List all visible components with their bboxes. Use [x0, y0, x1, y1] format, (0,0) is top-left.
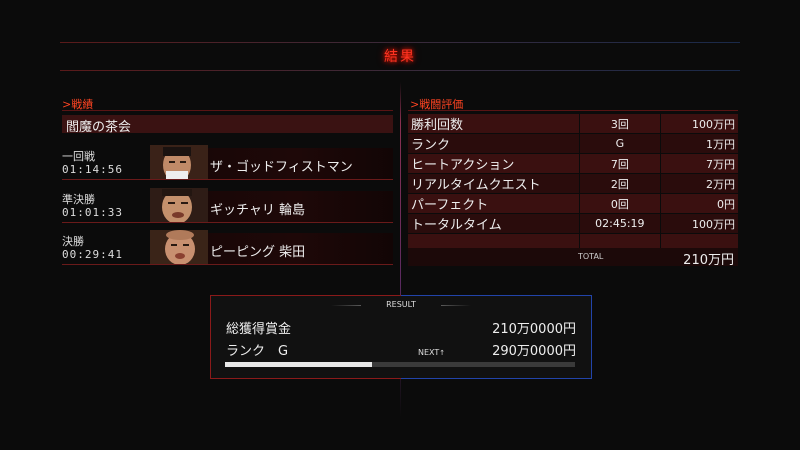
eval-label: リアルタイムクエスト — [408, 173, 580, 194]
battle-row-line — [62, 264, 393, 265]
total-prize-value: 210万0000円 — [492, 322, 576, 337]
battle-row-line — [62, 222, 393, 223]
battle-row: 一回戦 01:14:56 ザ・ゴッドフィストマン — [62, 145, 393, 180]
eval-reward: 100万円 — [659, 114, 738, 134]
opponent-portrait — [150, 145, 208, 179]
evaluation-table: 勝利回数 3回 100万円 ランク G 1万円 ヒートアクション 7回 7万円 … — [408, 114, 738, 253]
eval-value: 3回 — [579, 114, 661, 134]
eval-reward: 2万円 — [659, 173, 738, 194]
table-row: トータルタイム 02:45:19 100万円 — [408, 213, 738, 234]
next-value: 290万0000円 — [492, 344, 576, 359]
battle-round: 準決勝 — [62, 193, 95, 206]
opponent-name: ザ・ゴッドフィストマン — [210, 160, 353, 175]
rank-progress-fill — [225, 362, 372, 367]
eval-reward: 7万円 — [659, 153, 738, 174]
tournament-bar: 閻魔の茶会 — [62, 115, 393, 135]
next-arrow-icon: ↑ — [439, 349, 446, 357]
battle-round: 決勝 — [62, 235, 84, 248]
battle-row: 決勝 00:29:41 ピーピング 柴田 — [62, 230, 393, 265]
total-value: 210万円 — [683, 253, 734, 268]
total-prize-label: 総獲得賞金 — [226, 322, 292, 337]
eval-value: 2回 — [579, 173, 661, 194]
header-top-line — [60, 42, 740, 43]
table-row: ランク G 1万円 — [408, 133, 738, 154]
opponent-name: ギッチャリ 輪島 — [210, 203, 306, 218]
next-label-wrap: NEXT↑ — [418, 348, 445, 357]
result-heading: RESULT — [361, 300, 441, 309]
eval-value: 0回 — [579, 193, 661, 214]
evaluation-section-line — [408, 110, 738, 111]
battle-time: 00:29:41 — [62, 248, 123, 261]
battle-time: 01:01:33 — [62, 206, 123, 219]
eval-reward: 1万円 — [659, 133, 738, 154]
eval-label: トータルタイム — [408, 213, 580, 234]
rank-progress-bar — [225, 362, 575, 367]
total-label: TOTAL — [578, 252, 604, 261]
header-bottom-line — [60, 70, 740, 71]
battle-round: 一回戦 — [62, 150, 95, 163]
table-row: パーフェクト 0回 0円 — [408, 193, 738, 214]
eval-reward: 100万円 — [659, 213, 738, 234]
opponent-portrait — [150, 188, 208, 222]
table-row: リアルタイムクエスト 2回 2万円 — [408, 173, 738, 194]
table-row: 勝利回数 3回 100万円 — [408, 114, 738, 134]
battle-row: 準決勝 01:01:33 ギッチャリ 輪島 — [62, 188, 393, 223]
rank-label: ランク G — [226, 344, 289, 359]
eval-label: ランク — [408, 133, 580, 154]
table-row: ヒートアクション 7回 7万円 — [408, 153, 738, 174]
battle-row-line — [62, 179, 393, 180]
eval-value: 7回 — [579, 153, 661, 174]
eval-value: G — [579, 133, 661, 154]
opponent-portrait — [150, 230, 208, 264]
eval-label: 勝利回数 — [408, 114, 580, 134]
record-section-line — [62, 110, 393, 111]
eval-reward: 0円 — [659, 193, 738, 214]
next-label: NEXT — [418, 348, 440, 357]
eval-label: ヒートアクション — [408, 153, 580, 174]
eval-value: 02:45:19 — [579, 213, 661, 234]
opponent-name: ピーピング 柴田 — [210, 245, 306, 260]
battle-time: 01:14:56 — [62, 163, 123, 176]
tournament-name: 閻魔の茶会 — [66, 120, 132, 135]
page-title: 結果 — [384, 49, 416, 65]
total-bar: TOTAL 210万円 — [408, 248, 738, 268]
eval-label: パーフェクト — [408, 193, 580, 214]
